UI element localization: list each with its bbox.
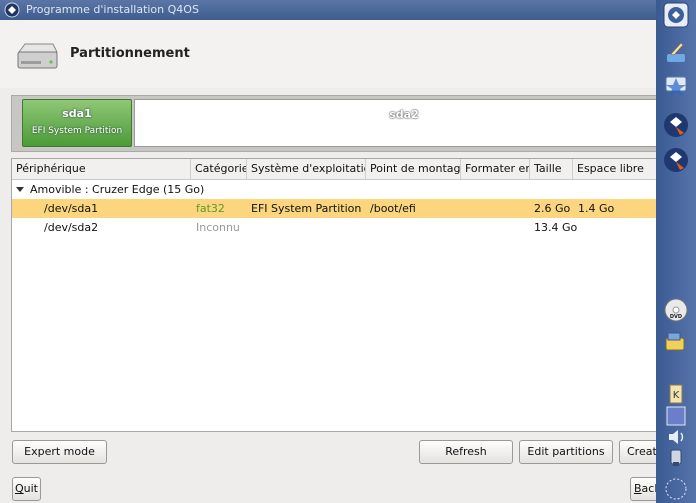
network-icon[interactable] <box>663 72 689 98</box>
expert-mode-button[interactable]: Expert mode <box>12 440 107 464</box>
cell-device: /dev/sda2 <box>44 221 99 234</box>
expand-arrow-icon[interactable] <box>16 187 24 192</box>
q4os-app-icon[interactable] <box>663 147 689 173</box>
pager-icon[interactable] <box>663 406 689 426</box>
start-menu-icon[interactable] <box>663 2 689 28</box>
window-title: Programme d'installation Q4OS <box>26 3 199 16</box>
table-header: Périphérique Catégorie Système d'exploit… <box>12 159 657 180</box>
cell-category: Inconnu <box>196 221 240 234</box>
q4os-logo-icon <box>4 2 20 18</box>
partition-segment-sda2[interactable]: sda2 <box>134 99 674 147</box>
volume-icon[interactable] <box>663 428 689 446</box>
cell-size: 13.4 Go <box>534 221 578 234</box>
cell-mount: /boot/efi <box>370 202 416 215</box>
cell-device: /dev/sda1 <box>44 202 99 215</box>
cell-free: 1.4 Go <box>578 202 615 215</box>
back-button[interactable]: Back <box>630 477 656 501</box>
cell-category: fat32 <box>196 202 225 215</box>
page-header: Partitionnement <box>0 20 656 88</box>
keyboard-layout-icon[interactable]: K <box>663 384 689 404</box>
hard-drive-icon <box>17 43 58 69</box>
refresh-button[interactable]: Refresh <box>419 440 513 464</box>
column-header-free[interactable]: Espace libre <box>573 159 657 179</box>
partition-segment-sda1[interactable]: sda1 EFI System Partition <box>22 99 132 147</box>
device-label: Amovible : Cruzer Edge (15 Go) <box>30 183 205 196</box>
edit-partitions-button[interactable]: Edit partitions <box>519 440 613 464</box>
quit-button[interactable]: Quit <box>12 477 41 501</box>
quit-label: uit <box>23 482 38 495</box>
brush-tool-icon[interactable] <box>663 40 689 66</box>
column-header-device[interactable]: Périphérique <box>12 159 191 179</box>
column-header-format[interactable]: Formater en <box>461 159 530 179</box>
battery-power-icon[interactable] <box>663 330 689 356</box>
table-row[interactable]: /dev/sda2 Inconnu 13.4 Go <box>12 218 657 237</box>
table-row[interactable]: /dev/sda1 fat32 EFI System Partition /bo… <box>12 199 657 218</box>
partition-table[interactable]: Périphérique Catégorie Système d'exploit… <box>11 158 658 432</box>
device-row[interactable]: Amovible : Cruzer Edge (15 Go) <box>12 180 657 199</box>
partition-bar: sda1 EFI System Partition sda2 <box>11 95 674 152</box>
svg-text:DVD: DVD <box>670 314 682 320</box>
segment-name: sda1 <box>62 107 92 120</box>
column-header-category[interactable]: Catégorie <box>191 159 247 179</box>
segment-name: sda2 <box>389 108 419 121</box>
page-title: Partitionnement <box>70 46 190 61</box>
side-panel: DVD K <box>656 0 696 503</box>
quit-mnemonic: Q <box>14 482 24 495</box>
q4os-app-icon[interactable] <box>663 112 689 138</box>
clock-icon[interactable] <box>663 476 689 502</box>
cell-os: EFI System Partition <box>251 202 362 215</box>
segment-description: EFI System Partition <box>31 126 123 136</box>
window-titlebar[interactable]: Programme d'installation Q4OS <box>0 0 656 20</box>
column-header-mount[interactable]: Point de montage <box>366 159 461 179</box>
cell-size: 2.6 Go <box>534 202 571 215</box>
usb-device-icon[interactable] <box>663 448 689 468</box>
column-header-os[interactable]: Système d'exploitation <box>247 159 366 179</box>
back-mnemonic: B <box>634 482 642 495</box>
dvd-drive-icon[interactable]: DVD <box>663 297 689 323</box>
svg-text:K: K <box>673 390 680 401</box>
back-label: ack <box>641 482 656 495</box>
create-button[interactable]: Create <box>619 440 656 464</box>
column-header-size[interactable]: Taille <box>530 159 573 179</box>
